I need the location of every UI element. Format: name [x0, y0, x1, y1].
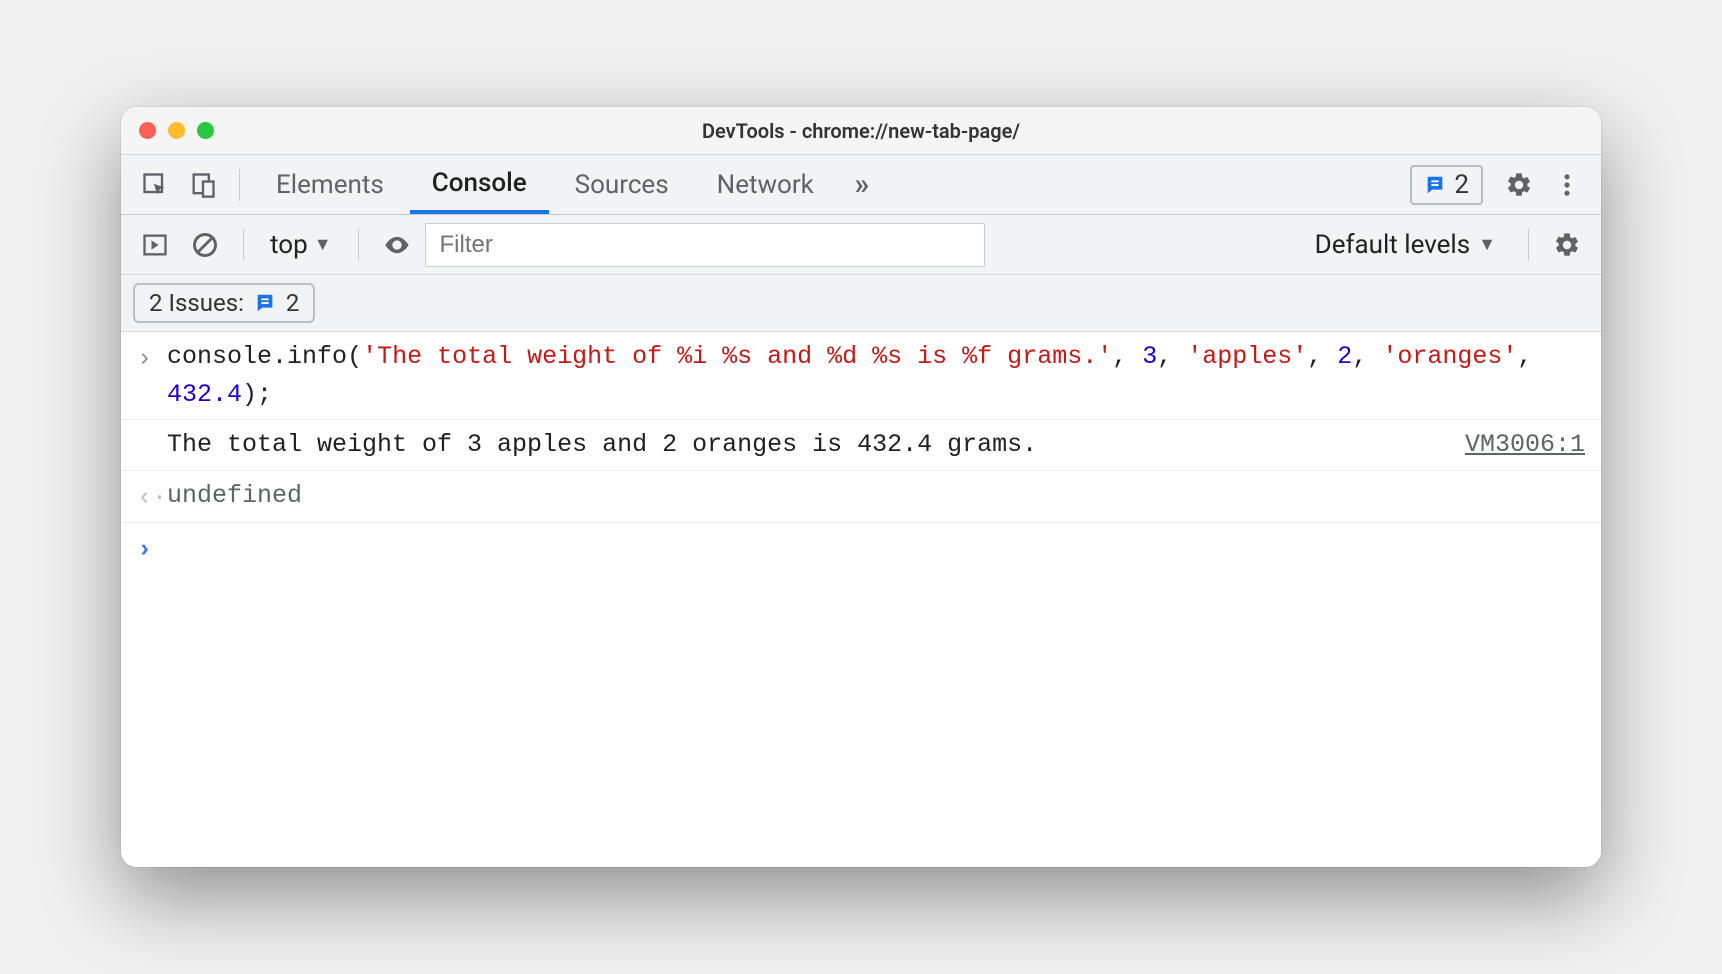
context-label: top — [270, 230, 308, 260]
tab-elements[interactable]: Elements — [254, 155, 406, 214]
gear-icon — [1553, 231, 1581, 259]
execution-context-selector[interactable]: top ▼ — [260, 230, 342, 260]
close-window-button[interactable] — [139, 122, 156, 139]
tab-label: Console — [432, 168, 527, 198]
divider — [239, 169, 240, 201]
minimize-window-button[interactable] — [168, 122, 185, 139]
tab-console[interactable]: Console — [410, 155, 549, 214]
issues-label: 2 Issues: — [149, 289, 244, 317]
log-message: The total weight of 3 apples and 2 orang… — [167, 426, 1445, 464]
titlebar: DevTools - chrome://new-tab-page/ — [121, 107, 1601, 155]
divider — [243, 229, 244, 261]
console-return-row: ‹· undefined — [121, 471, 1601, 524]
traffic-lights — [139, 122, 214, 139]
levels-label: Default levels — [1315, 230, 1471, 260]
issue-icon — [254, 292, 276, 314]
issues-row: 2 Issues: 2 — [121, 275, 1601, 332]
filter-input[interactable] — [425, 223, 985, 267]
sidebar-icon — [141, 231, 169, 259]
return-chevron-icon: ‹· — [137, 477, 167, 517]
device-toolbar-icon[interactable] — [181, 163, 225, 207]
gear-icon — [1505, 171, 1533, 199]
log-gutter — [137, 426, 167, 428]
tab-label: Sources — [575, 170, 669, 200]
return-value: undefined — [167, 477, 1585, 515]
input-chevron-icon: › — [137, 338, 167, 378]
console-prompt-row[interactable]: › — [121, 523, 1601, 575]
settings-button[interactable] — [1497, 163, 1541, 207]
window-title: DevTools - chrome://new-tab-page/ — [121, 119, 1601, 143]
console-settings-button[interactable] — [1545, 223, 1589, 267]
console-input-row: › console.info('The total weight of %i %… — [121, 332, 1601, 420]
divider — [358, 229, 359, 261]
clear-console-button[interactable] — [183, 223, 227, 267]
prompt-chevron-icon: › — [137, 529, 167, 569]
issue-icon — [1424, 174, 1446, 196]
kebab-menu-button[interactable] — [1545, 163, 1589, 207]
tab-label: Elements — [276, 170, 384, 200]
source-link[interactable]: VM3006:1 — [1465, 426, 1585, 464]
divider — [1528, 229, 1529, 261]
tab-sources[interactable]: Sources — [553, 155, 691, 214]
live-expression-button[interactable] — [375, 223, 419, 267]
console-input-code[interactable]: console.info('The total weight of %i %s … — [167, 338, 1585, 413]
issues-badge[interactable]: 2 — [1410, 165, 1483, 205]
main-tabs-bar: Elements Console Sources Network » 2 — [121, 155, 1601, 215]
tab-network[interactable]: Network — [695, 155, 836, 214]
issues-chip[interactable]: 2 Issues: 2 — [133, 283, 315, 323]
chevron-double-right-icon: » — [854, 167, 869, 202]
log-levels-selector[interactable]: Default levels ▼ — [1299, 230, 1512, 260]
clear-icon — [191, 231, 219, 259]
devtools-window: DevTools - chrome://new-tab-page/ Elemen… — [121, 107, 1601, 867]
eye-icon — [383, 231, 411, 259]
kebab-icon — [1553, 171, 1581, 199]
console-body: › console.info('The total weight of %i %… — [121, 332, 1601, 867]
chevron-down-icon: ▼ — [314, 234, 332, 255]
more-tabs-button[interactable]: » — [840, 163, 884, 207]
chevron-down-icon: ▼ — [1478, 234, 1496, 255]
toggle-console-sidebar-button[interactable] — [133, 223, 177, 267]
inspect-element-icon[interactable] — [133, 163, 177, 207]
console-log-row: The total weight of 3 apples and 2 orang… — [121, 420, 1601, 471]
issues-chip-count: 2 — [286, 289, 300, 317]
zoom-window-button[interactable] — [197, 122, 214, 139]
tab-label: Network — [717, 170, 814, 200]
issues-count: 2 — [1454, 170, 1469, 200]
console-toolbar: top ▼ Default levels ▼ — [121, 215, 1601, 275]
